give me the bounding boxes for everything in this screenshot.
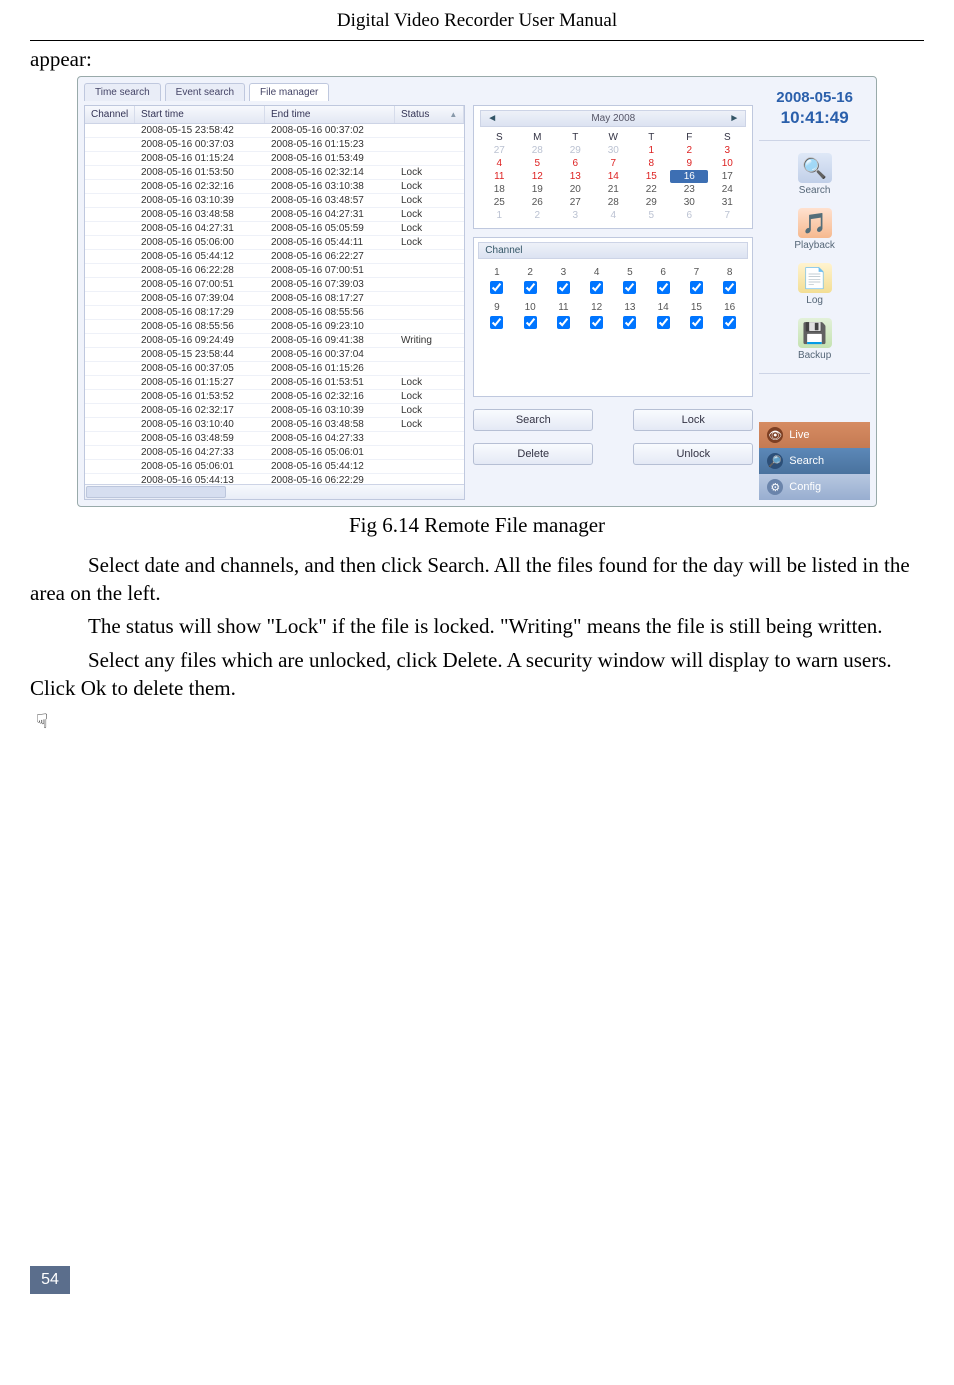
sort-caret-icon: ▲ xyxy=(449,110,457,119)
nav-live[interactable]: 👁Live xyxy=(759,422,870,448)
clock-date: 2008-05-16 xyxy=(761,89,868,106)
channel-check-5[interactable]: 5 xyxy=(623,267,636,294)
channel-check-2[interactable]: 2 xyxy=(524,267,537,294)
cal-month-label: May 2008 xyxy=(591,113,635,124)
table-row[interactable]: 2008-05-16 02:32:172008-05-16 03:10:39Lo… xyxy=(85,404,464,418)
table-row[interactable]: 2008-05-16 04:27:312008-05-16 05:05:59Lo… xyxy=(85,222,464,236)
unlock-button[interactable]: Unlock xyxy=(633,443,753,465)
table-row[interactable]: 2008-05-16 05:06:012008-05-16 05:44:12 xyxy=(85,460,464,474)
log-icon: 📄 xyxy=(798,263,832,293)
channel-check-10[interactable]: 10 xyxy=(524,302,537,329)
channel-check-13[interactable]: 13 xyxy=(623,302,636,329)
table-row[interactable]: 2008-05-16 03:48:592008-05-16 04:27:33 xyxy=(85,432,464,446)
table-row[interactable]: 2008-05-16 05:44:132008-05-16 06:22:29 xyxy=(85,474,464,484)
cal-prev-icon[interactable]: ◄ xyxy=(487,113,497,124)
page-number: 54 xyxy=(30,1266,70,1294)
table-row[interactable]: 2008-05-16 03:10:402008-05-16 03:48:58Lo… xyxy=(85,418,464,432)
gear-icon: ⚙ xyxy=(767,479,783,495)
app-screenshot: Time search Event search File manager Ch… xyxy=(77,76,877,507)
table-row[interactable]: 2008-05-16 09:24:492008-05-16 09:41:38Wr… xyxy=(85,334,464,348)
para-2: The status will show "Lock" if the file … xyxy=(30,613,924,641)
cal-selected-day[interactable]: 16 xyxy=(670,170,708,183)
table-row[interactable]: 2008-05-16 01:15:242008-05-16 01:53:49 xyxy=(85,152,464,166)
channel-check-3[interactable]: 3 xyxy=(557,267,570,294)
page-header: Digital Video Recorder User Manual xyxy=(90,0,864,40)
table-row[interactable]: 2008-05-16 06:22:282008-05-16 07:00:51 xyxy=(85,264,464,278)
cal-next-icon[interactable]: ► xyxy=(729,113,739,124)
channel-check-7[interactable]: 7 xyxy=(690,267,703,294)
col-start[interactable]: Start time xyxy=(135,106,265,123)
table-row[interactable]: 2008-05-16 00:37:032008-05-16 01:15:23 xyxy=(85,138,464,152)
channel-check-12[interactable]: 12 xyxy=(590,302,603,329)
channel-check-8[interactable]: 8 xyxy=(723,267,736,294)
table-row[interactable]: 2008-05-16 04:27:332008-05-16 05:06:01 xyxy=(85,446,464,460)
tab-bar: Time search Event search File manager xyxy=(84,83,753,101)
table-row[interactable]: 2008-05-16 01:15:272008-05-16 01:53:51Lo… xyxy=(85,376,464,390)
channel-check-11[interactable]: 11 xyxy=(557,302,570,329)
channel-check-14[interactable]: 14 xyxy=(657,302,670,329)
channel-check-6[interactable]: 6 xyxy=(657,267,670,294)
file-grid: Channel Start time End time Status▲ 2008… xyxy=(84,105,465,500)
side-backup[interactable]: 💾 Backup xyxy=(798,318,832,361)
lock-button[interactable]: Lock xyxy=(633,409,753,431)
table-row[interactable]: 2008-05-16 07:39:042008-05-16 08:17:27 xyxy=(85,292,464,306)
col-channel[interactable]: Channel xyxy=(85,106,135,123)
side-log[interactable]: 📄 Log xyxy=(798,263,832,306)
nav-config[interactable]: ⚙Config xyxy=(759,474,870,500)
magnifier-icon: 🔍 xyxy=(798,153,832,183)
grid-h-scrollbar[interactable] xyxy=(85,485,464,499)
clock-panel: 2008-05-16 10:41:49 xyxy=(759,83,870,134)
channel-panel-title: Channel xyxy=(478,242,748,259)
playback-icon: 🎵 xyxy=(798,208,832,238)
table-row[interactable]: 2008-05-16 05:06:002008-05-16 05:44:11Lo… xyxy=(85,236,464,250)
side-playback[interactable]: 🎵 Playback xyxy=(794,208,835,251)
table-row[interactable]: 2008-05-16 05:44:122008-05-16 06:22:27 xyxy=(85,250,464,264)
channel-check-1[interactable]: 1 xyxy=(490,267,503,294)
table-row[interactable]: 2008-05-16 00:37:052008-05-16 01:15:26 xyxy=(85,362,464,376)
tab-event-search[interactable]: Event search xyxy=(165,83,245,101)
file-grid-header: Channel Start time End time Status▲ xyxy=(85,106,464,124)
tab-file-manager[interactable]: File manager xyxy=(249,83,329,101)
table-row[interactable]: 2008-05-15 23:58:422008-05-16 00:37:02 xyxy=(85,124,464,138)
hand-cursor-icon: ☟ xyxy=(36,709,924,734)
search-icon: 🔎 xyxy=(767,453,783,469)
table-row[interactable]: 2008-05-16 08:55:562008-05-16 09:23:10 xyxy=(85,320,464,334)
para-1: Select date and channels, and then click… xyxy=(30,552,924,607)
calendar: ◄ May 2008 ► SMTWTFS 27282930 123 456789… xyxy=(473,105,753,229)
table-row[interactable]: 2008-05-16 07:00:512008-05-16 07:39:03 xyxy=(85,278,464,292)
table-row[interactable]: 2008-05-16 03:48:582008-05-16 04:27:31Lo… xyxy=(85,208,464,222)
search-button[interactable]: Search xyxy=(473,409,593,431)
file-grid-body[interactable]: 2008-05-15 23:58:422008-05-16 00:37:0220… xyxy=(85,124,464,484)
table-row[interactable]: 2008-05-16 01:53:522008-05-16 02:32:16Lo… xyxy=(85,390,464,404)
channel-panel: Channel 12345678910111213141516 xyxy=(473,237,753,397)
channel-check-9[interactable]: 9 xyxy=(490,302,503,329)
table-row[interactable]: 2008-05-16 03:10:392008-05-16 03:48:57Lo… xyxy=(85,194,464,208)
table-row[interactable]: 2008-05-16 08:17:292008-05-16 08:55:56 xyxy=(85,306,464,320)
side-search[interactable]: 🔍 Search xyxy=(798,153,832,196)
para-3: Select any files which are unlocked, cli… xyxy=(30,647,924,702)
table-row[interactable]: 2008-05-16 01:53:502008-05-16 02:32:14Lo… xyxy=(85,166,464,180)
appear-label: appear: xyxy=(30,47,924,72)
channel-check-16[interactable]: 16 xyxy=(723,302,736,329)
calendar-grid: SMTWTFS 27282930 123 45678910 1112131415… xyxy=(480,131,746,222)
nav-search[interactable]: 🔎Search xyxy=(759,448,870,474)
clock-time: 10:41:49 xyxy=(761,108,868,128)
backup-icon: 💾 xyxy=(798,318,832,348)
channel-check-15[interactable]: 15 xyxy=(690,302,703,329)
delete-button[interactable]: Delete xyxy=(473,443,593,465)
col-status[interactable]: Status▲ xyxy=(395,106,464,123)
table-row[interactable]: 2008-05-16 02:32:162008-05-16 03:10:38Lo… xyxy=(85,180,464,194)
tab-time-search[interactable]: Time search xyxy=(84,83,161,101)
eye-icon: 👁 xyxy=(767,427,783,443)
figure-caption: Fig 6.14 Remote File manager xyxy=(30,513,924,538)
channel-check-4[interactable]: 4 xyxy=(590,267,603,294)
col-end[interactable]: End time xyxy=(265,106,395,123)
table-row[interactable]: 2008-05-15 23:58:442008-05-16 00:37:04 xyxy=(85,348,464,362)
